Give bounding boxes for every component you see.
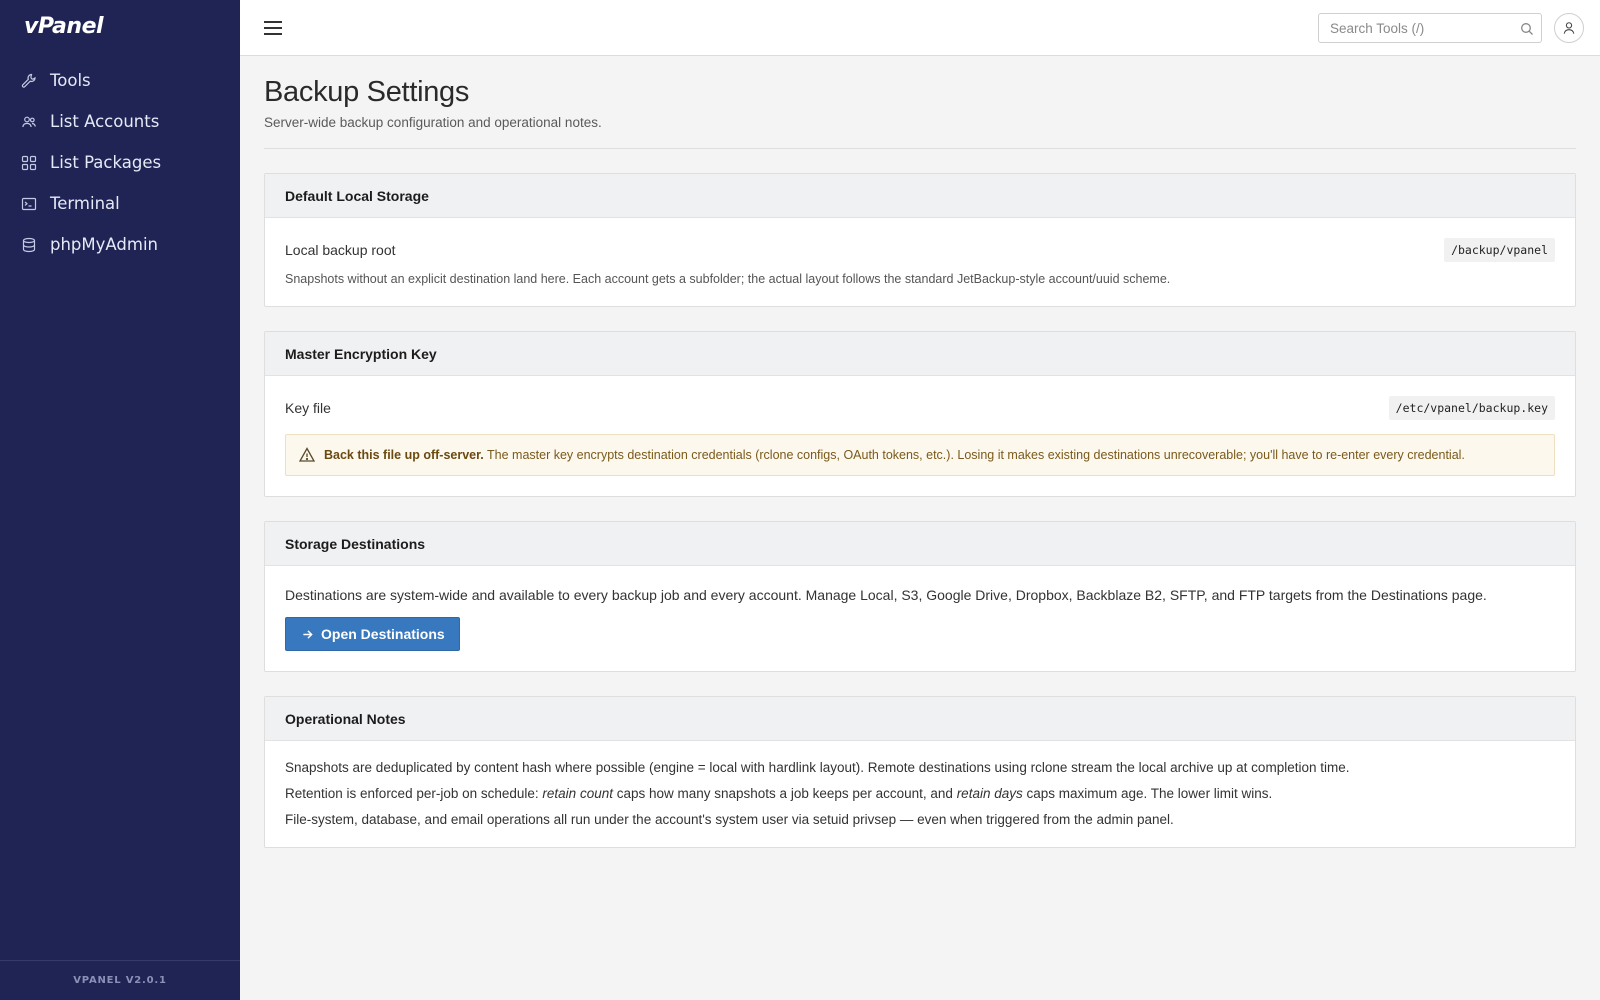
note-emphasis: retain count — [542, 786, 613, 801]
warning-body: The master key encrypts destination cred… — [487, 448, 1465, 462]
hamburger-menu-icon[interactable] — [262, 17, 284, 39]
card-header: Operational Notes — [265, 697, 1575, 741]
local-backup-root-row: Local backup root /backup/vpanel — [285, 238, 1555, 262]
card-storage-destinations: Storage Destinations Destinations are sy… — [264, 521, 1576, 672]
note-emphasis: retain days — [956, 786, 1023, 801]
user-avatar[interactable] — [1554, 13, 1584, 43]
main-content: Backup Settings Server-wide backup confi… — [264, 56, 1576, 848]
sidebar-item-label: Tools — [50, 71, 91, 90]
warning-triangle-icon — [298, 446, 316, 464]
sidebar-nav: Tools List Accounts List Packages Termin… — [0, 60, 240, 265]
sidebar-item-terminal[interactable]: Terminal — [0, 183, 240, 224]
wrench-icon — [20, 72, 38, 90]
key-file-row: Key file /etc/vpanel/backup.key — [285, 396, 1555, 420]
note-line-retention: Retention is enforced per-job on schedul… — [285, 781, 1555, 807]
sidebar-footer: VPANEL V2.0.1 — [0, 960, 240, 1000]
version-label: VPANEL V2.0.1 — [73, 975, 167, 986]
local-backup-root-value: /backup/vpanel — [1444, 238, 1555, 262]
card-title: Operational Notes — [285, 710, 406, 727]
sidebar-item-label: List Accounts — [50, 112, 160, 131]
sidebar-item-label: Terminal — [50, 194, 120, 213]
open-destinations-button[interactable]: Open Destinations — [285, 617, 460, 651]
top-bar — [240, 0, 1600, 56]
card-header: Default Local Storage — [265, 174, 1575, 218]
card-title: Storage Destinations — [285, 535, 426, 552]
sidebar-item-label: phpMyAdmin — [50, 235, 158, 254]
search-input[interactable] — [1319, 14, 1509, 42]
local-storage-help-text: Snapshots without an explicit destinatio… — [285, 272, 1171, 286]
button-label: Open Destinations — [321, 626, 445, 642]
card-body: Local backup root /backup/vpanel Snapsho… — [265, 218, 1575, 306]
key-file-label: Key file — [285, 400, 331, 416]
users-icon — [20, 113, 38, 131]
sidebar-item-list-packages[interactable]: List Packages — [0, 142, 240, 183]
app-logo[interactable]: vPanel — [24, 14, 104, 42]
note-line: File-system, database, and email operati… — [285, 812, 1174, 827]
page-title: Backup Settings — [264, 76, 470, 108]
database-icon — [20, 236, 38, 254]
search-icon[interactable] — [1520, 21, 1534, 35]
card-body: Key file /etc/vpanel/backup.key Back thi… — [265, 376, 1575, 496]
sidebar-item-label: List Packages — [50, 153, 162, 172]
warning-strong: Back this file up off-server. — [324, 448, 484, 462]
terminal-icon — [20, 195, 38, 213]
key-file-value: /etc/vpanel/backup.key — [1388, 396, 1555, 420]
grid-icon — [20, 154, 38, 172]
card-operational-notes: Operational Notes Snapshots are deduplic… — [264, 696, 1576, 848]
search-box — [1318, 13, 1542, 43]
note-line: Snapshots are deduplicated by content ha… — [285, 760, 1350, 775]
card-title: Master Encryption Key — [285, 345, 437, 362]
card-header: Storage Destinations — [265, 522, 1575, 566]
card-body: Snapshots are deduplicated by content ha… — [265, 741, 1575, 847]
card-default-local-storage: Default Local Storage Local backup root … — [264, 173, 1576, 307]
logo-text: vPanel — [24, 14, 104, 39]
card-title: Default Local Storage — [285, 187, 429, 204]
divider — [264, 148, 1576, 149]
note-text: caps maximum age. The lower limit wins. — [1022, 786, 1273, 801]
card-body: Destinations are system-wide and availab… — [265, 566, 1575, 671]
sidebar-item-tools[interactable]: Tools — [0, 60, 240, 101]
arrow-right-icon — [302, 629, 313, 640]
warning-text: Back this file up off-server. The master… — [324, 448, 1465, 462]
card-master-encryption-key: Master Encryption Key Key file /etc/vpan… — [264, 331, 1576, 497]
sidebar-item-list-accounts[interactable]: List Accounts — [0, 101, 240, 142]
destinations-description: Destinations are system-wide and availab… — [285, 587, 1487, 603]
warning-alert: Back this file up off-server. The master… — [285, 434, 1555, 476]
note-text: Retention is enforced per-job on schedul… — [285, 786, 543, 801]
card-header: Master Encryption Key — [265, 332, 1575, 376]
sidebar-item-phpmyadmin[interactable]: phpMyAdmin — [0, 224, 240, 265]
sidebar: vPanel Tools List Accounts List Packages… — [0, 0, 240, 1000]
local-backup-root-label: Local backup root — [285, 242, 396, 258]
note-text: caps how many snapshots a job keeps per … — [612, 786, 957, 801]
user-icon — [1562, 21, 1576, 35]
page-subtitle: Server-wide backup configuration and ope… — [264, 115, 602, 130]
